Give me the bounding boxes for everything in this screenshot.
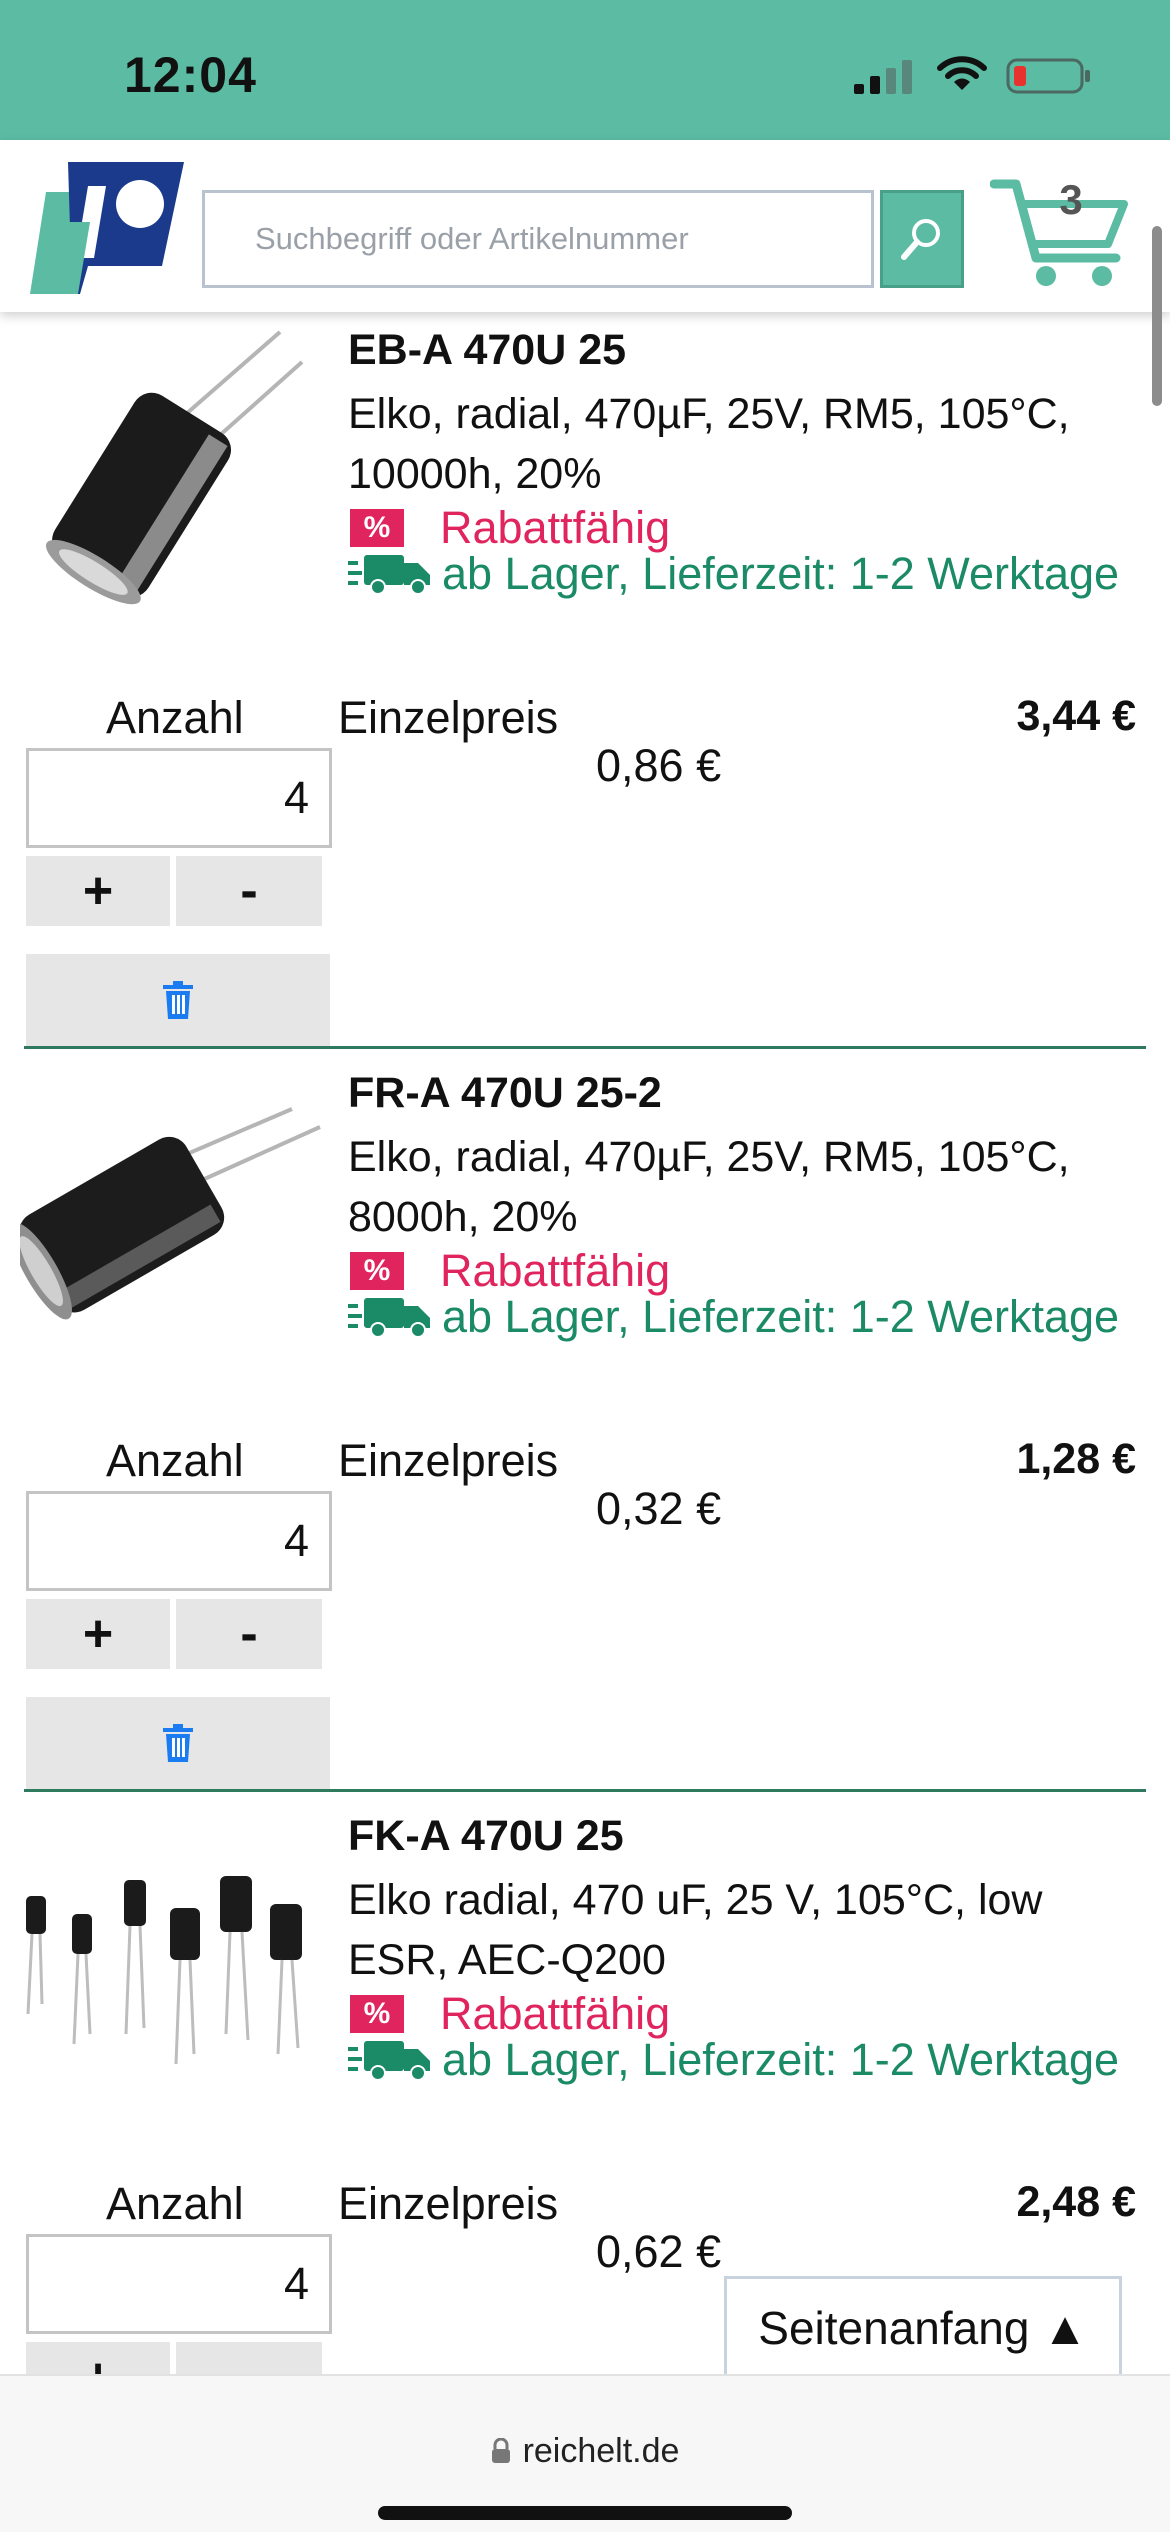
- stock-info: ab Lager, Lieferzeit: 1-2 Werktage: [348, 2036, 1128, 2084]
- quantity-label: Anzahl: [106, 692, 244, 743]
- home-indicator[interactable]: [378, 2506, 792, 2520]
- stock-info: ab Lager, Lieferzeit: 1-2 Werktage: [348, 1293, 1128, 1341]
- search-icon: [901, 219, 940, 260]
- product-description: Elko, radial, 470µF, 25V, RM5, 105°C, 10…: [348, 390, 1070, 498]
- unit-price: 0,62 €: [596, 2226, 722, 2277]
- unit-price-label: Einzelpreis: [338, 692, 559, 743]
- trash-icon: [163, 981, 193, 1019]
- discount-info: % Rabattfähig: [350, 1245, 670, 1297]
- stock-label: ab Lager, Lieferzeit: 1-2 Werktage: [442, 2034, 1120, 2085]
- product-description: Elko radial, 470 uF, 25 V, 105°C, low ES…: [348, 1876, 1043, 1984]
- increase-quantity-button[interactable]: +: [26, 1599, 170, 1669]
- discount-label: Rabattfähig: [440, 502, 671, 553]
- quantity-label: Anzahl: [106, 1435, 244, 1486]
- percent-badge: %: [350, 509, 404, 547]
- total-price: 3,44 €: [1016, 692, 1136, 740]
- quantity-input[interactable]: [26, 748, 332, 848]
- browser-address-bar: reichelt.de: [0, 2374, 1170, 2532]
- battery-low-icon: [1006, 58, 1090, 94]
- quantity-input[interactable]: [26, 2234, 332, 2334]
- item-divider: [24, 1789, 1146, 1792]
- total-price: 2,48 €: [1016, 2178, 1136, 2226]
- decrease-quantity-button[interactable]: -: [176, 1599, 322, 1669]
- unit-price-label: Einzelpreis: [338, 1435, 559, 1486]
- item-divider: [24, 1046, 1146, 1049]
- site-header: 3: [0, 140, 1170, 312]
- product-image[interactable]: [20, 1061, 330, 1361]
- product-title[interactable]: FK-A 470U 25: [348, 1812, 624, 1861]
- stock-label: ab Lager, Lieferzeit: 1-2 Werktage: [442, 548, 1120, 599]
- wifi-icon: [937, 56, 987, 90]
- delete-item-button[interactable]: [26, 1697, 330, 1789]
- url-display[interactable]: reichelt.de: [0, 2432, 1170, 2471]
- back-to-top-button[interactable]: Seitenanfang ▲: [724, 2276, 1122, 2376]
- discount-label: Rabattfähig: [440, 1988, 671, 2039]
- trash-icon: [163, 1724, 193, 1762]
- discount-info: % Rabattfähig: [350, 1988, 670, 2040]
- quantity-input[interactable]: [26, 1491, 332, 1591]
- reichelt-logo[interactable]: [28, 162, 184, 294]
- truck-icon: [348, 2041, 430, 2081]
- cart-count-badge: 3: [1059, 176, 1083, 223]
- url-text: reichelt.de: [522, 2432, 680, 2470]
- product-image[interactable]: [20, 318, 330, 618]
- stock-info: ab Lager, Lieferzeit: 1-2 Werktage: [348, 550, 1128, 598]
- percent-badge: %: [350, 1252, 404, 1290]
- search-input[interactable]: [202, 190, 874, 288]
- lock-icon: [491, 2438, 510, 2463]
- truck-icon: [348, 1298, 430, 1338]
- quantity-label: Anzahl: [106, 2178, 244, 2229]
- discount-label: Rabattfähig: [440, 1245, 671, 1296]
- increase-quantity-button[interactable]: +: [26, 856, 170, 926]
- truck-icon: [348, 555, 430, 595]
- search-button[interactable]: [880, 190, 964, 288]
- product-title[interactable]: EB-A 470U 25: [348, 326, 626, 375]
- unit-price: 0,32 €: [596, 1483, 722, 1534]
- scrollbar[interactable]: [1152, 226, 1162, 406]
- total-price: 1,28 €: [1016, 1435, 1136, 1483]
- unit-price: 0,86 €: [596, 740, 722, 791]
- product-title[interactable]: FR-A 470U 25-2: [348, 1069, 662, 1118]
- product-description: Elko, radial, 470µF, 25V, RM5, 105°C, 80…: [348, 1133, 1070, 1241]
- status-time: 12:04: [124, 47, 257, 103]
- cellular-signal-icon: [854, 60, 912, 94]
- decrease-quantity-button[interactable]: -: [176, 856, 322, 926]
- status-bar: 12:04: [0, 0, 1170, 140]
- percent-badge: %: [350, 1995, 404, 2033]
- stock-label: ab Lager, Lieferzeit: 1-2 Werktage: [442, 1291, 1120, 1342]
- unit-price-label: Einzelpreis: [338, 2178, 559, 2229]
- discount-info: % Rabattfähig: [350, 502, 670, 554]
- delete-item-button[interactable]: [26, 954, 330, 1046]
- product-image[interactable]: [20, 1804, 330, 2104]
